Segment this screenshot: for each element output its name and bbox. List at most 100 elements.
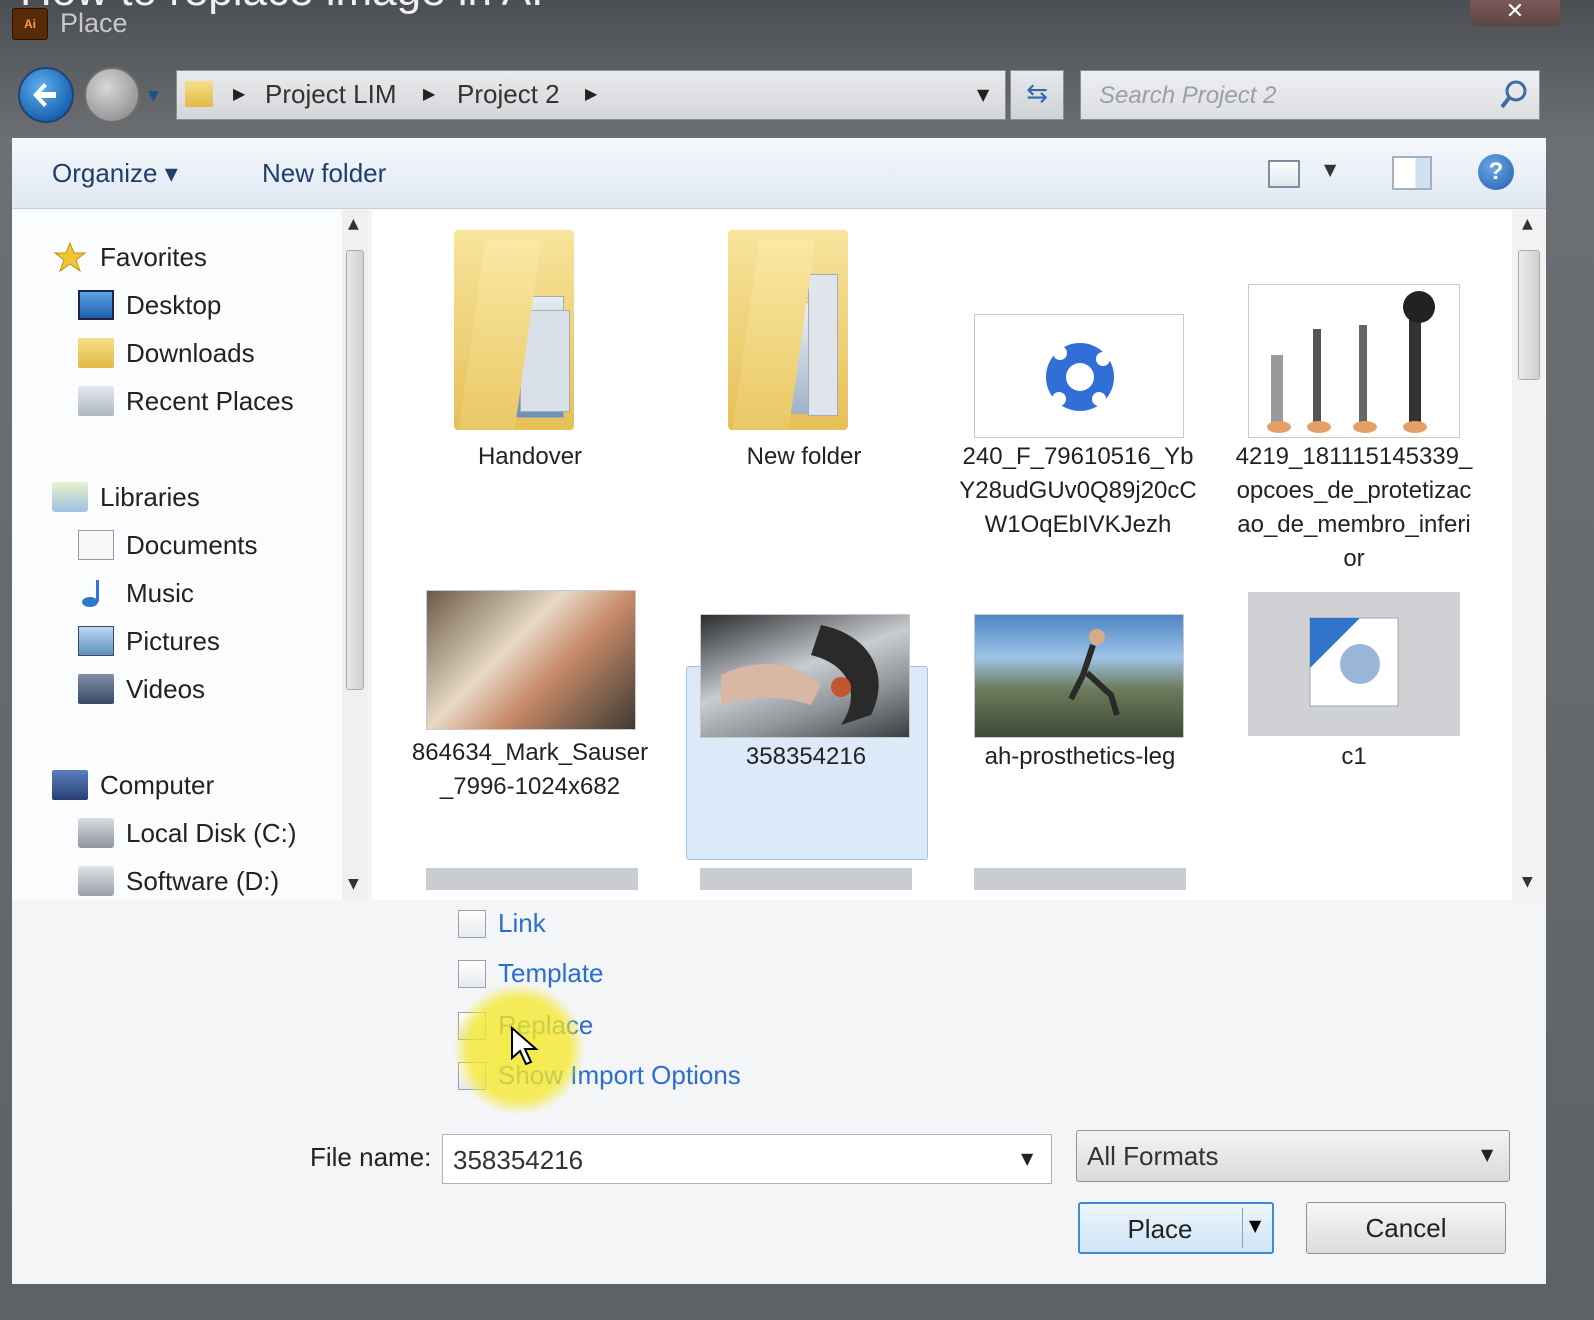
place-button-label: Place [1127, 1214, 1193, 1244]
nav-label: Downloads [126, 338, 255, 368]
place-button[interactable]: Place ▼ [1078, 1202, 1274, 1254]
back-button[interactable] [18, 67, 74, 123]
option-label: Link [498, 908, 546, 938]
chevron-down-icon[interactable]: ▼ [1021, 1149, 1033, 1168]
computer-icon [52, 770, 88, 800]
gear-logo-icon [1046, 343, 1114, 411]
folder-icon [185, 81, 213, 107]
nav-label: Music [126, 578, 194, 608]
file-label: Handover [477, 443, 583, 470]
image-thumbnail [974, 314, 1184, 438]
partial-thumbnail [426, 868, 638, 890]
folder-item-new-folder[interactable]: New folder [684, 222, 924, 472]
image-item-c1[interactable]: c1 [1234, 590, 1474, 870]
documents-icon [78, 530, 114, 560]
views-icon[interactable] [1268, 160, 1300, 188]
new-folder-button[interactable]: New folder [262, 158, 386, 189]
navigation-pane: Favorites Desktop Downloads Recent Place… [12, 210, 342, 900]
breadcrumb-arrow-icon[interactable]: ▶ [585, 84, 597, 103]
partial-thumbnail [974, 868, 1186, 890]
nav-label: Computer [100, 770, 215, 800]
template-checkbox[interactable] [458, 960, 486, 988]
mouse-pointer-icon [511, 1026, 539, 1066]
scroll-down-icon[interactable]: ▼ [348, 876, 359, 892]
file-name-label: File name: [310, 1142, 432, 1172]
chevron-down-icon[interactable]: ▼ [977, 85, 989, 104]
image-thumbnail [1248, 592, 1460, 736]
recent-places-icon [78, 386, 114, 416]
nav-label: Local Disk (C:) [126, 818, 297, 848]
forward-button[interactable] [84, 67, 140, 123]
preview-pane-icon[interactable] [1392, 156, 1432, 190]
brochure-image [1309, 617, 1399, 707]
chevron-down-icon[interactable]: ▼ [1481, 1145, 1493, 1164]
image-item-358354216[interactable]: 358354216 [686, 590, 926, 870]
file-label: c1 [1341, 743, 1367, 770]
help-icon[interactable]: ? [1478, 154, 1514, 190]
nav-scroll-thumb[interactable] [346, 250, 364, 690]
breadcrumb-project-2[interactable]: Project 2 [457, 79, 560, 110]
file-name-combobox[interactable]: ▼ [442, 1134, 1052, 1184]
video-caption: How to replace image in AI [20, 0, 543, 16]
videos-icon [78, 674, 114, 704]
music-note-icon [82, 580, 99, 607]
image-thumbnail [700, 614, 910, 738]
file-list-scrollbar[interactable]: ▲ ▼ [1512, 210, 1546, 900]
libraries-icon [52, 482, 88, 512]
file-label: ah-prosthetics-leg [984, 743, 1176, 770]
image-thumbnail [974, 614, 1184, 738]
search-box[interactable] [1080, 70, 1540, 120]
nav-label: Videos [126, 674, 206, 704]
nav-label: Desktop [126, 290, 222, 320]
nav-label: Software (D:) [126, 866, 280, 896]
pictures-icon [78, 626, 114, 656]
nav-pane-scrollbar[interactable]: ▲ ▼ [342, 210, 368, 900]
toolbar: Organize ▾ New folder ▼ ? [12, 138, 1546, 209]
image-item-4219[interactable]: 4219_181115145339_opcoes_de_protetizacao… [1234, 222, 1474, 602]
chevron-down-icon: ▼ [1249, 1216, 1262, 1235]
file-scroll-thumb[interactable] [1518, 250, 1540, 380]
file-list: Handover New folder 240_F_79610516_YbY28… [372, 210, 1512, 900]
file-label: 864634_Mark_Sauser_7996-1024x682 [411, 739, 649, 800]
drive-icon [78, 866, 114, 896]
image-item-240-f[interactable]: 240_F_79610516_YbY28udGUv0Q89j20cCW1OqEb… [958, 222, 1198, 602]
file-label: New folder [746, 443, 862, 470]
scroll-up-icon[interactable]: ▲ [1522, 216, 1533, 232]
refresh-button[interactable]: ⇆ [1010, 70, 1064, 120]
breadcrumb-arrow-icon[interactable]: ▶ [423, 84, 435, 103]
image-item-864634[interactable]: 864634_Mark_Sauser_7996-1024x682 [410, 590, 650, 870]
robotic-hand-image [721, 625, 879, 725]
breadcrumb-arrow-icon[interactable]: ▶ [233, 84, 245, 103]
address-bar[interactable]: ▶ Project LIM ▶ Project 2 ▶ ▼ [176, 70, 1006, 120]
file-name-input[interactable] [453, 1145, 993, 1175]
history-dropdown-icon[interactable]: ▼ [148, 88, 159, 104]
nav-label: Pictures [126, 626, 220, 656]
drive-icon [78, 818, 114, 848]
cancel-button[interactable]: Cancel [1306, 1202, 1506, 1254]
prosthetic-legs-image [1267, 291, 1435, 433]
desktop-icon [78, 290, 114, 320]
link-checkbox[interactable] [458, 910, 486, 938]
file-format-value: All Formats [1087, 1141, 1219, 1171]
nav-label: Favorites [100, 242, 207, 272]
image-thumbnail [1248, 284, 1460, 438]
nav-label: Libraries [100, 482, 200, 512]
file-label: 358354216 [745, 743, 867, 770]
runner-image [1068, 629, 1120, 716]
nav-label: Recent Places [126, 386, 294, 416]
breadcrumb-project-lim[interactable]: Project LIM [265, 79, 397, 110]
image-item-ah-prosthetics-leg[interactable]: ah-prosthetics-leg [960, 590, 1200, 870]
file-format-select[interactable]: All Formats ▼ [1076, 1130, 1510, 1182]
nav-label: Documents [126, 530, 258, 560]
file-label: 4219_181115145339_opcoes_de_protetizacao… [1235, 443, 1473, 572]
organize-menu[interactable]: Organize ▾ [52, 158, 178, 189]
place-split-dropdown[interactable]: ▼ [1242, 1208, 1271, 1248]
scroll-up-icon[interactable]: ▲ [348, 216, 359, 232]
search-icon[interactable] [1499, 79, 1529, 111]
file-label: 240_F_79610516_YbY28udGUv0Q89j20cCW1OqEb… [959, 443, 1197, 538]
chevron-down-icon[interactable]: ▼ [1324, 160, 1336, 179]
close-button[interactable]: ✕ [1470, 0, 1560, 26]
search-input[interactable] [1097, 81, 1481, 111]
folder-item-handover[interactable]: Handover [410, 222, 650, 472]
scroll-down-icon[interactable]: ▼ [1522, 874, 1533, 890]
